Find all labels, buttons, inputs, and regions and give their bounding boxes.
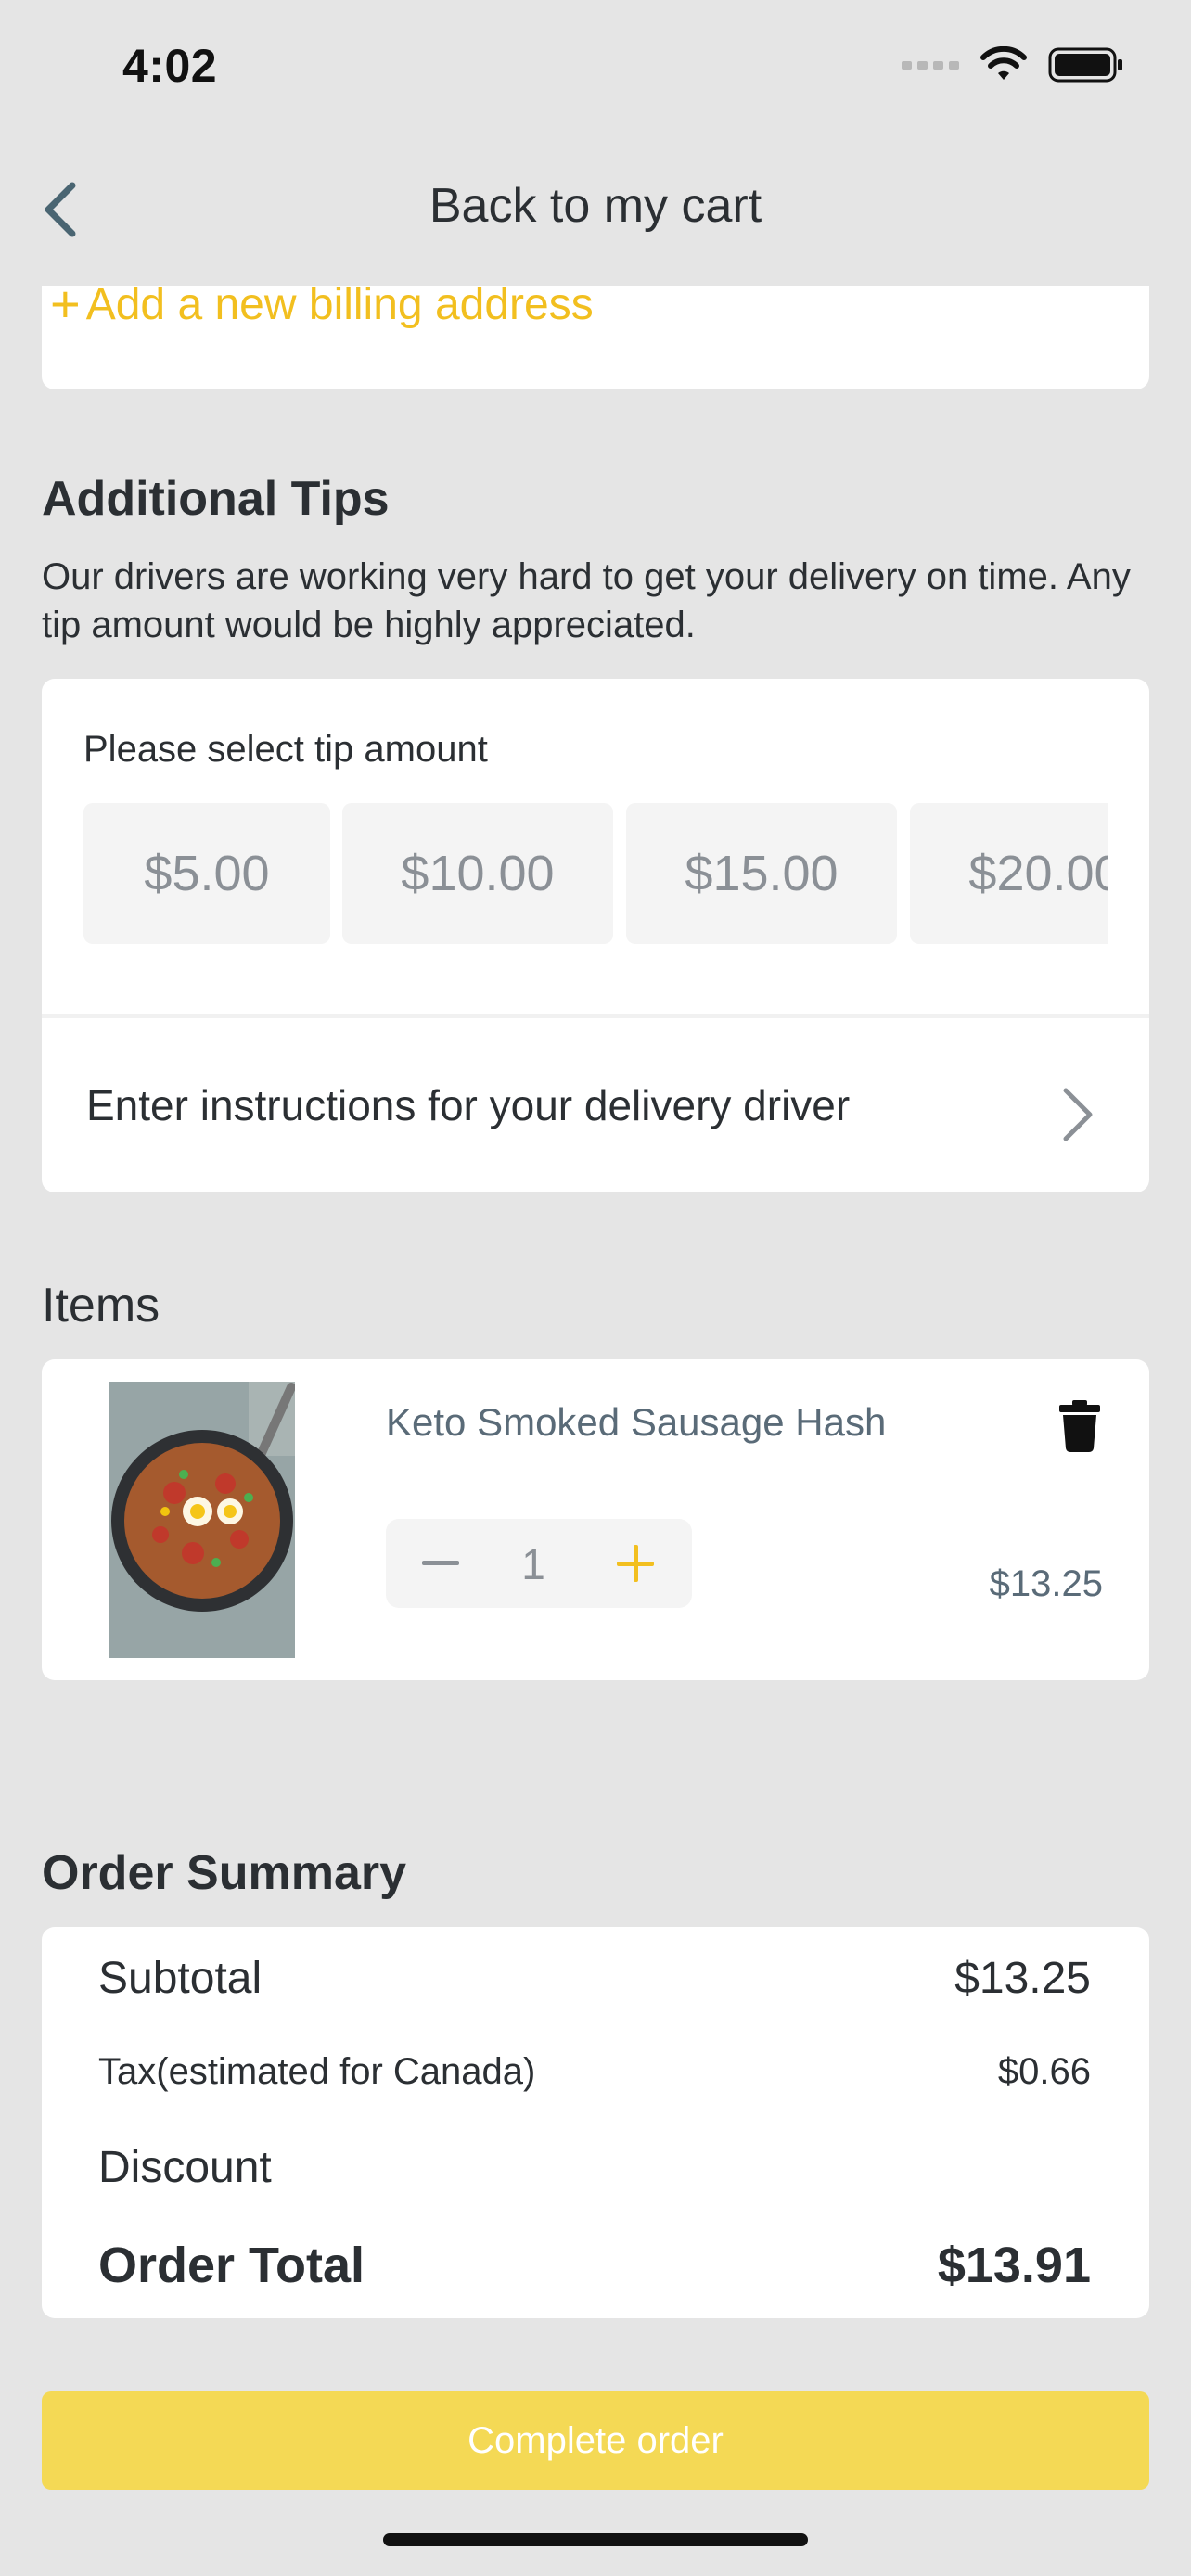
add-billing-address-link[interactable]: + Add a new billing address [50, 278, 594, 330]
tax-label: Tax(estimated for Canada) [98, 2051, 536, 2092]
page-title: Back to my cart [429, 179, 762, 233]
add-billing-address-label: Add a new billing address [85, 279, 594, 329]
tax-row: Tax(estimated for Canada) $0.66 [98, 2051, 1091, 2093]
order-summary-heading: Order Summary [42, 1846, 407, 1900]
home-indicator[interactable] [383, 2533, 808, 2546]
tip-option-15[interactable]: $15.00 [626, 803, 897, 944]
tip-options: $5.00 $10.00 $15.00 $20.00 [83, 803, 1108, 944]
tip-option-10[interactable]: $10.00 [342, 803, 613, 944]
tips-heading: Additional Tips [42, 472, 390, 526]
increase-quantity-button[interactable] [612, 1528, 659, 1599]
order-total-label: Order Total [98, 2238, 365, 2293]
complete-order-button[interactable]: Complete order [42, 2391, 1149, 2490]
discount-row: Discount [98, 2142, 1091, 2193]
delete-item-button[interactable] [1059, 1400, 1100, 1457]
discount-label: Discount [98, 2143, 272, 2192]
quantity-value: 1 [521, 1540, 545, 1588]
tax-value: $0.66 [997, 2051, 1091, 2092]
trash-icon [1059, 1400, 1100, 1452]
plus-icon [617, 1545, 654, 1582]
item-price: $13.25 [989, 1563, 1103, 1604]
subtotal-value: $13.25 [954, 1954, 1091, 2003]
tip-option-20[interactable]: $20.00 [910, 803, 1108, 944]
driver-instructions-label: Enter instructions for your delivery dri… [86, 1081, 851, 1129]
tips-description: Our drivers are working very hard to get… [42, 556, 1131, 645]
decrease-quantity-button[interactable] [417, 1528, 464, 1599]
order-total-value: $13.91 [937, 2238, 1091, 2293]
status-icons [902, 46, 1124, 83]
chevron-right-icon [1063, 1088, 1093, 1141]
item-name[interactable]: Keto Smoked Sausage Hash [386, 1400, 886, 1445]
subtotal-row: Subtotal $13.25 [98, 1953, 1091, 2004]
battery-icon [1048, 47, 1122, 83]
minus-icon [422, 1561, 459, 1565]
status-time: 4:02 [122, 40, 218, 92]
items-heading: Items [42, 1279, 160, 1333]
tip-option-5[interactable]: $5.00 [83, 803, 330, 944]
order-total-row: Order Total $13.91 [98, 2237, 1091, 2294]
tip-amount-label: Please select tip amount [83, 729, 488, 770]
wifi-icon [980, 46, 1027, 80]
food-skillet-image [109, 1382, 295, 1658]
subtotal-label: Subtotal [98, 1954, 263, 2003]
item-image [109, 1382, 295, 1658]
cellular-signal-icon [902, 61, 959, 70]
driver-instructions-row[interactable]: Enter instructions for your delivery dri… [42, 1018, 1149, 1192]
plus-icon: + [50, 274, 81, 333]
